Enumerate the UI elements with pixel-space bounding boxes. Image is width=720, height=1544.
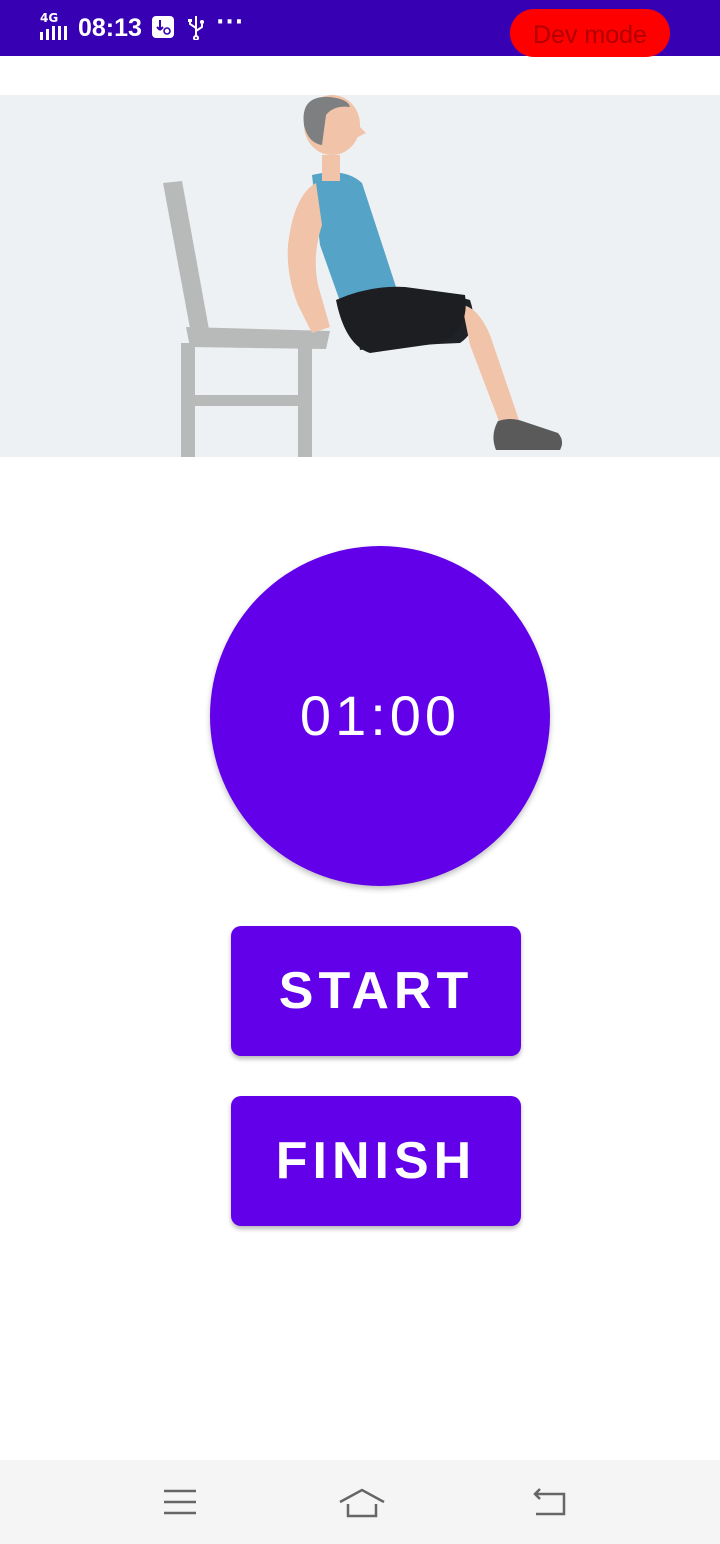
finish-button[interactable]: FINISH [231,1096,521,1226]
navigation-bar [0,1460,720,1544]
home-icon[interactable] [338,1482,385,1522]
timer-value: 01:00 [299,684,461,747]
usb-debug-icon [152,16,174,38]
menu-icon[interactable] [160,1482,200,1522]
signal-icon: 4G [38,12,72,40]
exercise-screen: 4G 08:13 ··· Dev mode 01:00 START FINISH [0,0,720,1544]
back-icon[interactable] [530,1482,570,1522]
status-time: 08:13 [78,14,142,42]
usb-icon [185,14,207,41]
start-button[interactable]: START [231,926,521,1056]
timer-circle: 01:00 [210,546,550,886]
exercise-illustration [0,95,720,457]
network-type: 4G [40,11,59,25]
status-bar: 4G 08:13 ··· Dev mode [0,0,720,57]
dev-mode-badge[interactable]: Dev mode [510,9,670,57]
more-icon: ··· [216,10,245,35]
